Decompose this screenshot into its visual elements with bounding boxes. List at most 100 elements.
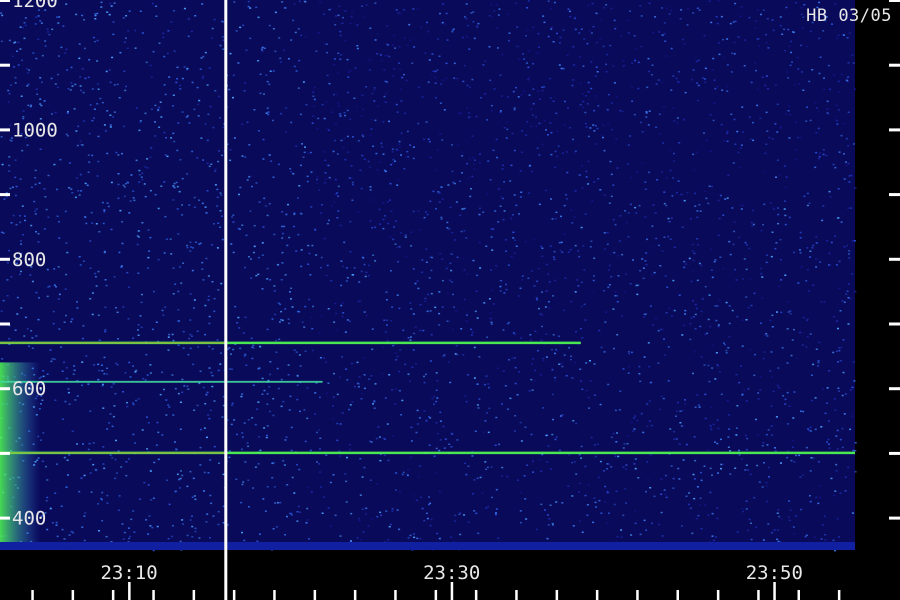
noise-speck bbox=[339, 423, 342, 425]
noise-speck bbox=[449, 381, 452, 384]
noise-speck bbox=[839, 360, 842, 362]
noise-speck bbox=[598, 499, 601, 502]
noise-speck bbox=[651, 225, 654, 227]
noise-speck bbox=[593, 275, 595, 277]
noise-speck bbox=[344, 114, 347, 117]
noise-speck bbox=[333, 58, 336, 60]
noise-speck bbox=[113, 111, 116, 113]
noise-speck bbox=[581, 187, 584, 189]
noise-speck bbox=[648, 2, 651, 4]
noise-speck bbox=[505, 250, 508, 252]
noise-speck bbox=[324, 361, 327, 364]
noise-speck bbox=[566, 54, 569, 56]
noise-speck bbox=[255, 275, 258, 277]
noise-speck bbox=[78, 43, 81, 45]
noise-speck bbox=[651, 274, 654, 276]
noise-speck bbox=[37, 38, 40, 41]
noise-speck bbox=[601, 135, 604, 137]
noise-speck bbox=[407, 468, 410, 471]
noise-speck bbox=[595, 66, 598, 68]
noise-speck bbox=[698, 204, 701, 206]
noise-speck bbox=[440, 218, 443, 220]
noise-speck bbox=[535, 297, 538, 299]
noise-speck bbox=[14, 194, 17, 197]
noise-speck bbox=[470, 12, 473, 14]
noise-speck bbox=[139, 120, 142, 122]
noise-speck bbox=[257, 16, 260, 19]
noise-speck bbox=[699, 497, 702, 499]
noise-speck bbox=[35, 335, 38, 337]
noise-speck bbox=[266, 486, 269, 488]
noise-speck bbox=[720, 123, 723, 126]
noise-speck bbox=[721, 89, 724, 91]
noise-speck bbox=[54, 399, 57, 401]
noise-speck bbox=[365, 314, 368, 317]
noise-speck bbox=[834, 409, 837, 411]
noise-speck bbox=[392, 158, 395, 161]
noise-speck bbox=[332, 405, 334, 407]
noise-speck bbox=[769, 319, 772, 322]
noise-speck bbox=[492, 303, 495, 305]
noise-speck bbox=[170, 253, 173, 255]
noise-speck bbox=[386, 340, 389, 342]
noise-speck bbox=[471, 175, 474, 178]
noise-speck bbox=[767, 523, 770, 525]
noise-speck bbox=[149, 156, 152, 158]
noise-speck bbox=[89, 267, 92, 269]
noise-speck bbox=[293, 349, 296, 351]
noise-speck bbox=[111, 56, 114, 59]
noise-speck bbox=[828, 370, 831, 372]
noise-speck bbox=[176, 208, 179, 210]
noise-speck bbox=[528, 94, 531, 96]
noise-speck bbox=[211, 27, 214, 30]
noise-speck bbox=[765, 143, 768, 145]
noise-speck bbox=[386, 319, 389, 321]
noise-speck bbox=[667, 346, 670, 348]
noise-speck bbox=[113, 405, 116, 407]
noise-speck bbox=[506, 323, 509, 325]
noise-speck bbox=[356, 47, 359, 50]
noise-speck bbox=[692, 153, 695, 156]
noise-speck bbox=[548, 281, 551, 283]
noise-speck bbox=[627, 351, 630, 353]
noise-speck bbox=[412, 349, 415, 351]
noise-speck bbox=[330, 8, 333, 10]
noise-speck bbox=[410, 245, 413, 247]
noise-speck bbox=[193, 206, 196, 208]
noise-speck bbox=[342, 265, 345, 268]
noise-speck bbox=[579, 368, 582, 370]
noise-speck bbox=[244, 353, 247, 356]
noise-speck bbox=[541, 325, 544, 328]
noise-speck bbox=[711, 276, 714, 279]
noise-speck bbox=[720, 393, 723, 396]
noise-speck bbox=[599, 403, 602, 406]
noise-speck bbox=[788, 137, 791, 139]
noise-speck bbox=[539, 98, 541, 100]
noise-speck bbox=[101, 491, 104, 494]
noise-speck bbox=[765, 111, 768, 114]
noise-speck bbox=[808, 290, 810, 292]
noise-speck bbox=[426, 21, 428, 24]
noise-speck bbox=[541, 255, 544, 257]
noise-speck bbox=[465, 17, 468, 20]
noise-speck bbox=[221, 416, 224, 418]
noise-speck bbox=[262, 158, 265, 160]
noise-speck bbox=[720, 15, 723, 18]
noise-speck bbox=[389, 199, 391, 201]
noise-speck bbox=[766, 130, 769, 132]
noise-speck bbox=[685, 495, 688, 497]
noise-speck bbox=[144, 195, 147, 198]
noise-speck bbox=[69, 89, 72, 91]
noise-speck bbox=[461, 155, 464, 157]
noise-speck bbox=[765, 261, 768, 264]
noise-speck bbox=[333, 93, 335, 96]
noise-speck bbox=[535, 125, 538, 127]
noise-speck bbox=[499, 74, 502, 76]
noise-speck bbox=[392, 75, 395, 77]
noise-speck bbox=[697, 84, 700, 87]
noise-speck bbox=[513, 107, 516, 109]
noise-speck bbox=[777, 222, 780, 225]
noise-speck bbox=[759, 376, 762, 378]
noise-speck bbox=[736, 315, 739, 318]
noise-speck bbox=[83, 19, 86, 21]
